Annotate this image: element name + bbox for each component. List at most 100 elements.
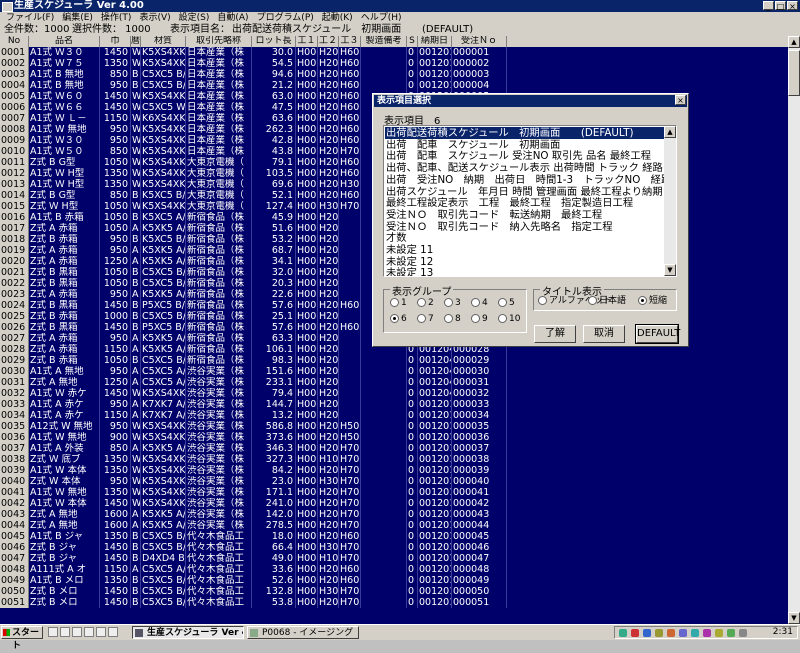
quicklaunch-media-icon[interactable] <box>108 627 118 637</box>
table-row[interactable]: 0032A1式 Ｗ 赤ケ1450WK5XS4XK5渋谷実業（株79.4H001H… <box>0 388 788 399</box>
table-row[interactable]: 0041A1式 Ｗ 無地1350WK5XS4XK5渋谷実業（株171.1H001… <box>0 487 788 498</box>
list-item[interactable]: 受注ＮＯ 取引先コード 納入先略名 指定工程 <box>385 221 666 233</box>
table-row[interactable]: 0040Z式 W 本体950WK5XS4XK5渋谷実業（株23.0H001H30… <box>0 476 788 487</box>
group-radio-3[interactable]: 9 <box>471 314 488 324</box>
display-item-list[interactable]: 出荷配送荷積スケジュール 初期画面 (DEFAULT) 出荷 配車 スケジュール … <box>383 125 677 277</box>
table-row[interactable]: 0044Z式 A 無地1600AK5XK5 A/渋谷実業（株278.5H001H… <box>0 520 788 531</box>
tray-help-icon[interactable] <box>691 629 699 637</box>
menu-item-8[interactable]: ヘルプ(H) <box>361 13 402 23</box>
menu-item-2[interactable]: 操作(T) <box>101 13 132 23</box>
table-row[interactable]: 0001A1式 Ｗ３０1450WK5XS4XK5日本産業（株30.0H001H2… <box>0 47 788 58</box>
quicklaunch-channel-icon[interactable] <box>84 627 94 637</box>
menu-item-3[interactable]: 表示(V) <box>139 13 170 23</box>
tray-ime-icon[interactable] <box>667 629 675 637</box>
table-row[interactable]: 0036A1式 W 無地900WK5XS4XK5渋谷実業（株373.6H001H… <box>0 432 788 443</box>
maximize-button[interactable]: □ <box>775 1 786 11</box>
group-radio-4[interactable]: 10 <box>498 314 520 324</box>
default-button[interactable]: DEFAULT <box>635 324 680 344</box>
list-item[interactable]: 出荷、配車、配送スケジュール表示 出荷時間 トラック 経路 <box>385 162 666 174</box>
col-header-name[interactable]: 品名 <box>29 36 100 47</box>
menu-item-0[interactable]: ファイル(F) <box>6 13 54 23</box>
menu-item-5[interactable]: 自動(A) <box>217 13 248 23</box>
table-row[interactable]: 0002A1式 Ｗ７５1350WK5XS4XK5日本産業（株54.5H001H2… <box>0 58 788 69</box>
col-header-customer[interactable]: 取引先略称 <box>186 36 252 47</box>
table-row[interactable]: 0050Z式 B メロ1450BC5XC5 B/代々木食品工132.8H001H… <box>0 586 788 597</box>
list-item[interactable]: 出荷 配車 スケジュール 受注NO 取引先 品名 最終工程 <box>385 150 666 163</box>
group-radio-0[interactable]: 1 <box>390 298 407 308</box>
table-row[interactable]: 0003A1式 B 無地850BC5XC5 B/日本産業（株94.6H001H2… <box>0 69 788 80</box>
table-row[interactable]: 0035A12式 W 無地950WK5XS4XK5渋谷実業（株586.8H001… <box>0 421 788 432</box>
list-scroll-down[interactable]: ▼ <box>664 264 676 276</box>
table-row[interactable]: 0030A1式 A 無地950AC5XC5 A/渋谷実業（株151.6H001H… <box>0 366 788 377</box>
table-row[interactable]: 0033A1式 A 赤ケ950AK7XK7 A/渋谷実業（株144.7H001H… <box>0 399 788 410</box>
list-item[interactable]: 未設定 13 <box>385 267 666 276</box>
table-row[interactable]: 0038Z式 Ｗ 底ブ1350WK5XS4XK5渋谷実業（株327.3H001H… <box>0 454 788 465</box>
list-scrollbar[interactable]: ▲ ▼ <box>664 126 676 276</box>
tray-tool-icon[interactable] <box>715 629 723 637</box>
dialog-title[interactable]: 表示項目選択 <box>374 95 687 107</box>
tray-app-icon[interactable] <box>703 629 711 637</box>
menu-item-7[interactable]: 起動(K) <box>322 13 353 23</box>
list-item[interactable]: 未設定 11 <box>385 244 666 256</box>
scroll-up-button[interactable]: ▲ <box>788 36 800 48</box>
ok-button[interactable]: 了解 <box>534 325 576 343</box>
close-button[interactable]: × <box>787 1 798 11</box>
quicklaunch-ie-icon[interactable] <box>48 627 58 637</box>
group-radio-3[interactable]: 4 <box>471 298 488 308</box>
group-radio-4[interactable]: 5 <box>498 298 515 308</box>
col-header-remarks[interactable]: 製造備考 <box>361 36 407 47</box>
group-radio-1[interactable]: 7 <box>417 314 434 324</box>
list-item[interactable]: 未設定 12 <box>385 256 666 268</box>
task-scheduler[interactable]: 生産スケジューラ Ver 4... <box>132 626 244 639</box>
table-row[interactable]: 0046Z式 B ジャ1450BC5XC5 B/代々木食品工66.4H001H3… <box>0 542 788 553</box>
list-scroll-up[interactable]: ▲ <box>664 126 676 138</box>
window-titlebar[interactable]: 生産スケジューラ Ver 4.00 _ □ × <box>0 0 800 12</box>
scroll-thumb[interactable] <box>788 50 800 96</box>
col-header-material[interactable]: 材質 <box>141 36 186 47</box>
list-item[interactable]: 出荷 受注NO 納期 出荷日 時間1-3 トラックNO 経路 <box>385 174 666 186</box>
table-row[interactable]: 0048A111式 A オ1150AC5XC5 A/代々木食品工33.6H001… <box>0 564 788 575</box>
tray-network-icon[interactable] <box>619 629 627 637</box>
tray-misc-icon[interactable] <box>739 629 747 637</box>
table-row[interactable]: 0039A1式 W 本体1350WK5XS4XK5渋谷実業（株84.2H001H… <box>0 465 788 476</box>
table-row[interactable]: 0047Z式 B ジャ1450BD4XD4 B/代々木食品工49.0H001H1… <box>0 553 788 564</box>
table-row[interactable]: 0029Z式 B 赤箱1050BC5XC5 B/新宿食品（株98.3H001H2… <box>0 355 788 366</box>
table-row[interactable]: 0042A1式 Ｗ 本体1450WK5XS4XK5渋谷実業（株241.0H001… <box>0 498 788 509</box>
col-header-due-date[interactable]: 納期日 <box>418 36 452 47</box>
scroll-down-button[interactable]: ▼ <box>788 612 800 624</box>
table-row[interactable]: 0037A1式 A 外装850AK5XK5 A/渋谷実業（株346.3H001H… <box>0 443 788 454</box>
col-header-width[interactable]: 巾 <box>100 36 131 47</box>
menu-item-1[interactable]: 編集(E) <box>62 13 93 23</box>
table-row[interactable]: 0004A1式 B 無地950BC5XC5 B/日本産業（株21.2H001H2… <box>0 80 788 91</box>
quicklaunch-desktop-icon[interactable] <box>72 627 82 637</box>
dialog-close-button[interactable]: × <box>675 95 686 105</box>
tray-volume-icon[interactable] <box>655 629 663 637</box>
table-row[interactable]: 0031Z式 A 無地1250AC5XC5 A/渋谷実業（株233.1H001H… <box>0 377 788 388</box>
list-item[interactable]: 最終工程設定表示 工程 最終工程 指定製造日工程 <box>385 197 666 209</box>
title-mode-radio-1[interactable]: 日本語 <box>588 296 626 306</box>
cancel-button[interactable]: 取消 <box>583 325 625 343</box>
quicklaunch-office-icon[interactable] <box>96 627 106 637</box>
quicklaunch-outlook-icon[interactable] <box>60 627 70 637</box>
col-header-process-2[interactable]: 工２ <box>318 36 339 47</box>
tray-monitor-icon[interactable] <box>643 629 651 637</box>
task-imaging[interactable]: P0068 - イメージング <box>247 626 359 639</box>
col-header-no[interactable]: No <box>0 36 29 47</box>
group-radio-0[interactable]: 6 <box>390 314 407 324</box>
col-header-type[interactable]: 暦 <box>131 36 141 47</box>
menu-item-4[interactable]: 設定(S) <box>179 13 210 23</box>
list-item[interactable]: 受注ＮＯ 取引先コード 転送納期 最終工程 <box>385 209 666 221</box>
col-header-process-3[interactable]: 工３ <box>339 36 361 47</box>
group-radio-1[interactable]: 2 <box>417 298 434 308</box>
list-item[interactable]: 出荷 配車 スケジュール 初期画面 <box>385 139 666 151</box>
menu-item-6[interactable]: プログラム(P) <box>257 13 314 23</box>
table-row[interactable]: 0034A1式 A 赤ケ1150AK7XK7 A/渋谷実業（株13.2H001H… <box>0 410 788 421</box>
col-header-lot-length[interactable]: ロット長 <box>252 36 296 47</box>
table-row[interactable]: 0049A1式 B メロ1350BC5XC5 B/代々木食品工52.6H001H… <box>0 575 788 586</box>
group-radio-2[interactable]: 3 <box>444 298 461 308</box>
tray-keyboard-icon[interactable] <box>679 629 687 637</box>
minimize-button[interactable]: _ <box>763 1 774 11</box>
table-row[interactable]: 0043Z式 A 無地1600AK5XK5 A/渋谷実業（株142.0H001H… <box>0 509 788 520</box>
grid-vertical-scrollbar[interactable]: ▲ ▼ <box>788 36 800 624</box>
title-mode-radio-2[interactable]: 短縮 <box>638 296 667 306</box>
